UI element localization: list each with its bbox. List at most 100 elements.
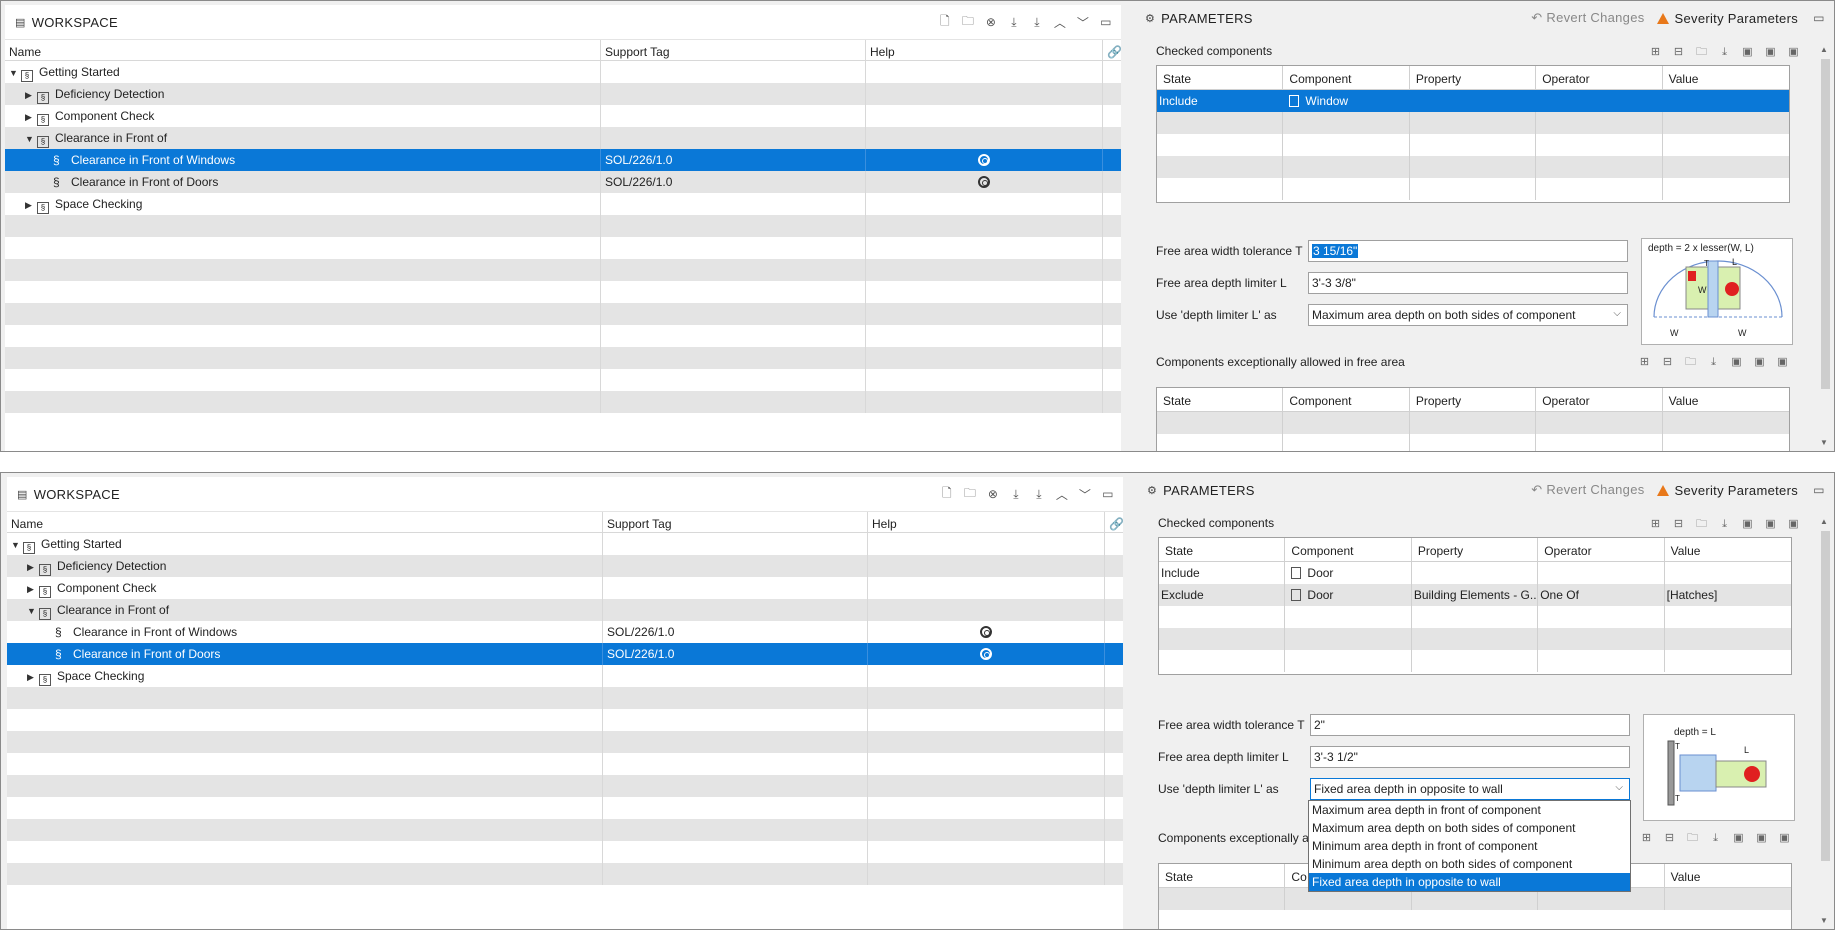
dropdown-option[interactable]: Fixed area depth in opposite to wall xyxy=(1309,873,1630,891)
column-name[interactable]: Name xyxy=(7,512,603,532)
scroll-up-icon[interactable]: ▲ xyxy=(1820,517,1828,526)
revert-changes-button[interactable]: ↶ Revert Changes xyxy=(1531,10,1644,26)
paste-icon[interactable]: ▣ xyxy=(1762,517,1779,531)
depth-limiter-input[interactable]: 3'-3 3/8" xyxy=(1308,272,1628,294)
copy-icon[interactable]: ▣ xyxy=(1739,517,1756,531)
col-state[interactable]: State xyxy=(1157,388,1284,411)
add-row-icon[interactable]: ⊞ xyxy=(1647,517,1664,531)
width-tolerance-input[interactable]: 3 15/16" xyxy=(1308,240,1628,262)
delete-icon[interactable]: ▣ xyxy=(1776,831,1793,845)
grid-row[interactable]: Include Window xyxy=(1157,90,1789,112)
help-lifebuoy-icon[interactable] xyxy=(978,176,990,188)
col-component[interactable]: Component xyxy=(1283,66,1410,89)
col-property[interactable]: Property xyxy=(1410,66,1537,89)
maximize-icon[interactable]: ▭ xyxy=(1810,9,1828,27)
tree-row[interactable]: ▶ § Component Check xyxy=(5,105,1121,127)
column-help[interactable]: Help xyxy=(866,40,1103,60)
col-property[interactable]: Property xyxy=(1410,388,1537,411)
attachment-icon[interactable]: 🔗 xyxy=(1103,40,1121,60)
move-up-icon[interactable]: ︿ xyxy=(1053,485,1071,503)
close-icon[interactable]: ⊗ xyxy=(984,485,1002,503)
download-icon[interactable]: ⤓ xyxy=(1005,13,1023,31)
scroll-down-icon[interactable]: ▼ xyxy=(1820,438,1828,447)
severity-parameters-button[interactable]: Severity Parameters xyxy=(1656,483,1798,498)
col-operator[interactable]: Operator xyxy=(1536,66,1663,89)
tree-row[interactable]: ▶ § Deficiency Detection xyxy=(7,555,1123,577)
add-row-icon[interactable]: ⊞ xyxy=(1636,355,1653,369)
collapse-icon[interactable]: ▼ xyxy=(27,606,39,616)
col-operator[interactable]: Operator xyxy=(1536,388,1663,411)
copy-icon[interactable]: ▣ xyxy=(1730,831,1747,845)
download-icon[interactable]: ⤓ xyxy=(1705,355,1722,369)
tree-row[interactable]: ▼ § Clearance in Front of xyxy=(7,599,1123,621)
tree-row[interactable]: ▶ § Deficiency Detection xyxy=(5,83,1121,105)
parameters-scrollbar[interactable]: ▲ ▼ xyxy=(1818,517,1832,925)
collapse-icon[interactable]: ▼ xyxy=(9,68,21,78)
col-value[interactable]: Value xyxy=(1665,538,1791,561)
col-value[interactable]: Value xyxy=(1663,388,1789,411)
tree-row[interactable]: ▶ § Component Check xyxy=(7,577,1123,599)
severity-parameters-button[interactable]: Severity Parameters xyxy=(1656,11,1798,26)
column-help[interactable]: Help xyxy=(868,512,1105,532)
move-up-icon[interactable]: ︿ xyxy=(1051,13,1069,31)
open-folder-icon[interactable]: 🗀 xyxy=(961,485,979,503)
delete-icon[interactable]: ▣ xyxy=(1774,355,1791,369)
expand-icon[interactable]: ▶ xyxy=(27,672,39,683)
tree-row[interactable]: ▶ § Space Checking xyxy=(5,193,1121,215)
tree-row[interactable]: ▼ § Clearance in Front of xyxy=(5,127,1121,149)
attachment-icon[interactable]: 🔗 xyxy=(1105,512,1123,532)
add-row-icon[interactable]: ⊞ xyxy=(1647,45,1664,59)
scroll-thumb[interactable] xyxy=(1821,531,1830,861)
width-tolerance-input[interactable]: 2" xyxy=(1310,714,1630,736)
open-folder-icon[interactable]: 🗀 xyxy=(959,13,977,31)
splitter[interactable] xyxy=(1121,1,1135,451)
grid-row[interactable]: Include Door xyxy=(1159,562,1791,584)
grid-row[interactable] xyxy=(1157,412,1789,434)
remove-row-icon[interactable]: ⊟ xyxy=(1670,45,1687,59)
dropdown-option[interactable]: Minimum area depth on both sides of comp… xyxy=(1309,855,1630,873)
paste-icon[interactable]: ▣ xyxy=(1753,831,1770,845)
column-support-tag[interactable]: Support Tag xyxy=(601,40,866,60)
download-icon[interactable]: ⤓ xyxy=(1716,517,1733,531)
tree-row[interactable]: § Clearance in Front of Windows SOL/226/1.… xyxy=(5,149,1121,171)
open-folder-icon[interactable]: 🗀 xyxy=(1693,45,1710,59)
help-lifebuoy-icon[interactable] xyxy=(980,626,992,638)
dropdown-option[interactable]: Maximum area depth in front of component xyxy=(1309,801,1630,819)
delete-icon[interactable]: ▣ xyxy=(1785,45,1802,59)
help-lifebuoy-icon[interactable] xyxy=(978,154,990,166)
new-ruleset-icon[interactable]: 🗋 xyxy=(938,485,956,503)
maximize-icon[interactable]: ▭ xyxy=(1810,481,1828,499)
tree-row[interactable]: § Clearance in Front of Windows SOL/226/1.… xyxy=(7,621,1123,643)
tree-row[interactable]: ▼ § Getting Started xyxy=(5,61,1121,83)
maximize-icon[interactable]: ▭ xyxy=(1099,485,1117,503)
dropdown-option[interactable]: Minimum area depth in front of component xyxy=(1309,837,1630,855)
revert-changes-button[interactable]: ↶ Revert Changes xyxy=(1531,482,1644,498)
grid-row[interactable] xyxy=(1157,434,1789,451)
close-icon[interactable]: ⊗ xyxy=(982,13,1000,31)
scroll-up-icon[interactable]: ▲ xyxy=(1820,45,1828,54)
edit-row-icon[interactable]: ⊟ xyxy=(1659,355,1676,369)
collapse-icon[interactable]: ▼ xyxy=(25,134,37,144)
grid-row[interactable]: Exclude Door Building Elements - G... One O… xyxy=(1159,584,1791,606)
tree-row[interactable]: ▼ § Getting Started xyxy=(7,533,1123,555)
tree-row[interactable]: § Clearance in Front of Doors SOL/226/1.0 xyxy=(5,171,1121,193)
download-icon[interactable]: ⤓ xyxy=(1007,485,1025,503)
copy-icon[interactable]: ▣ xyxy=(1728,355,1745,369)
dropdown-option[interactable]: Maximum area depth on both sides of comp… xyxy=(1309,819,1630,837)
use-depth-select[interactable]: Fixed area depth in opposite to wall ⌵ xyxy=(1310,778,1630,800)
open-folder-icon[interactable]: 🗀 xyxy=(1684,831,1701,845)
paste-icon[interactable]: ▣ xyxy=(1762,45,1779,59)
column-name[interactable]: Name xyxy=(5,40,601,60)
expand-icon[interactable]: ▶ xyxy=(25,112,37,123)
col-component[interactable]: Component xyxy=(1283,388,1410,411)
download-icon[interactable]: ⤓ xyxy=(1707,831,1724,845)
download-icon[interactable]: ⤓ xyxy=(1716,45,1733,59)
edit-row-icon[interactable]: ⊟ xyxy=(1661,831,1678,845)
download-all-icon[interactable]: ⤓ xyxy=(1028,13,1046,31)
open-folder-icon[interactable]: 🗀 xyxy=(1693,517,1710,531)
tree-row[interactable]: ▶ § Space Checking xyxy=(7,665,1123,687)
copy-icon[interactable]: ▣ xyxy=(1739,45,1756,59)
download-all-icon[interactable]: ⤓ xyxy=(1030,485,1048,503)
col-value[interactable]: Value xyxy=(1663,66,1789,89)
scroll-down-icon[interactable]: ▼ xyxy=(1820,916,1828,925)
